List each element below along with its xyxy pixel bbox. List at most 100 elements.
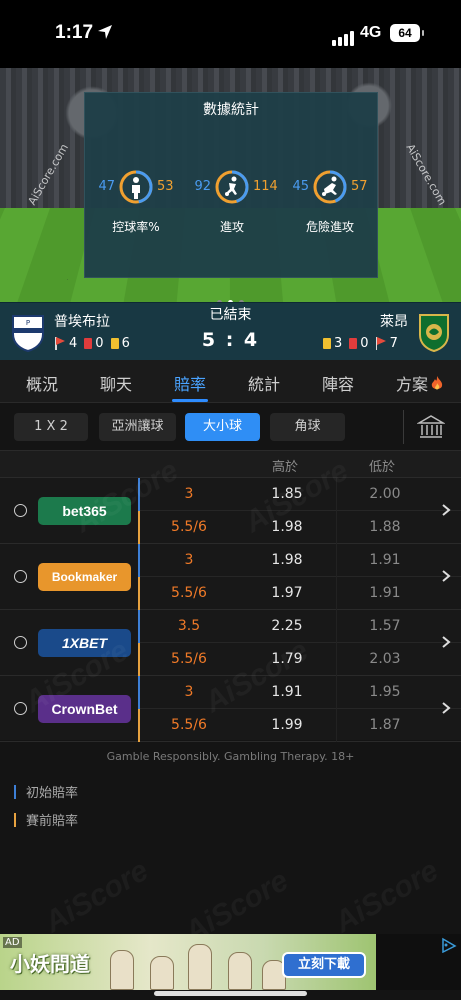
- carousel-page-indicator[interactable]: [0, 290, 461, 302]
- pre-over: 1.99: [271, 717, 303, 733]
- pre-line: 5.5/6: [171, 651, 207, 667]
- odds-table-header: 高於 低於: [0, 450, 461, 478]
- pre-line: 5.5/6: [171, 717, 207, 733]
- initial-over: 2.25: [271, 618, 303, 634]
- market-corners[interactable]: 角球: [270, 413, 345, 441]
- select-radio[interactable]: [14, 702, 27, 715]
- header-over: 高於: [272, 460, 299, 475]
- ad-badge: AD: [3, 937, 22, 948]
- pre-line: 5.5/6: [171, 519, 207, 535]
- attack-ring-icon: [215, 170, 249, 204]
- away-corners: 7: [389, 336, 398, 351]
- stat-home-value: 45: [292, 179, 309, 194]
- away-yellow-cards: 3: [334, 336, 343, 351]
- svg-text:P: P: [26, 319, 30, 327]
- ad-character: [188, 944, 212, 990]
- select-radio[interactable]: [14, 636, 27, 649]
- red-card-icon: [84, 338, 93, 349]
- main-tab-bar: 概況 聊天 賠率 統計 陣容 方案: [0, 360, 461, 403]
- tab-lineups[interactable]: 陣容: [322, 371, 354, 395]
- legend-label: 初始賠率: [26, 786, 79, 801]
- market-1x2[interactable]: 1 X 2: [14, 413, 88, 441]
- tab-chat[interactable]: 聊天: [100, 371, 132, 395]
- pre-under: 1.88: [369, 519, 401, 535]
- row-divider: [140, 708, 461, 709]
- stat-possession: 47 53 控球率%: [87, 169, 185, 239]
- away-red-cards: 0: [360, 336, 369, 351]
- ad-choices-icon[interactable]: [441, 937, 457, 953]
- stat-label: 進攻: [219, 220, 244, 234]
- chevron-right-icon[interactable]: [441, 701, 451, 715]
- away-team-name[interactable]: 萊昂: [380, 311, 408, 331]
- home-team-name[interactable]: 普埃布拉: [54, 311, 110, 331]
- initial-under: 1.57: [369, 618, 401, 634]
- legend-marker: [14, 812, 16, 827]
- ad-creative[interactable]: AD 小妖問道 立刻下載: [0, 934, 376, 990]
- ad-download-button[interactable]: 立刻下載: [282, 952, 366, 978]
- away-team-crest-icon[interactable]: [416, 312, 452, 352]
- cellular-signal-icon: [332, 27, 356, 46]
- match-status: 已結束: [209, 307, 252, 323]
- bookmaker-logo: Bookmaker: [38, 563, 131, 591]
- select-radio[interactable]: [14, 570, 27, 583]
- match-score: 5 : 4: [201, 329, 260, 351]
- select-radio[interactable]: [14, 504, 27, 517]
- ad-character: [228, 952, 252, 990]
- battery-icon: 64: [390, 24, 424, 42]
- watermark: AiScore: [329, 854, 444, 940]
- ad-character: [110, 950, 134, 990]
- market-over-under[interactable]: 大小球: [185, 413, 260, 441]
- tab-odds[interactable]: 賠率: [174, 371, 206, 395]
- stat-home-value: 92: [194, 179, 211, 194]
- odds-market-tabs: 1 X 2 亞洲讓球 大小球 角球: [0, 403, 461, 450]
- legend-initial-odds: 初始賠率: [14, 782, 78, 801]
- initial-over: 1.98: [271, 552, 303, 568]
- ad-brand-logo: 小妖問道: [10, 952, 90, 976]
- chevron-right-icon[interactable]: [441, 635, 451, 649]
- ad-banner[interactable]: AD 小妖問道 立刻下載: [0, 934, 461, 990]
- tab-overview[interactable]: 概況: [26, 371, 58, 395]
- stat-label: 控球率%: [112, 220, 160, 234]
- home-team-crest-icon[interactable]: P: [10, 312, 46, 352]
- initial-line: 3: [184, 552, 194, 568]
- bank-icon[interactable]: [417, 413, 445, 441]
- market-asian-handicap[interactable]: 亞洲讓球: [99, 413, 176, 441]
- tab-tips-label: 方案: [396, 375, 429, 394]
- stats-panel-title: 數據統計: [203, 102, 259, 118]
- home-red-cards: 0: [95, 336, 104, 351]
- tab-statistics[interactable]: 統計: [248, 371, 280, 395]
- corner-flag-icon: [54, 337, 66, 350]
- stat-away-value: 57: [351, 179, 368, 194]
- match-stats-carousel[interactable]: AiScore.com AiScore.com 數據統計 47 53 控球率% …: [0, 68, 461, 302]
- header-under: 低於: [369, 460, 396, 475]
- home-team-event-counts: 4 0 6: [54, 336, 130, 351]
- scoreboard: P 普埃布拉 4 0 6 已結束 5 : 4 萊昂 3 0 7: [0, 302, 461, 360]
- tab-tips[interactable]: 方案: [396, 371, 444, 395]
- chevron-right-icon[interactable]: [441, 503, 451, 517]
- responsible-gambling-notice[interactable]: Gamble Responsibly. Gambling Therapy. 18…: [0, 750, 461, 763]
- red-card-icon: [349, 338, 358, 349]
- initial-under: 2.00: [369, 486, 401, 502]
- yellow-card-icon: [110, 338, 119, 349]
- pre-under: 1.91: [369, 585, 401, 601]
- fire-icon: [431, 376, 443, 390]
- away-team-event-counts: 3 0 7: [316, 336, 398, 351]
- watermark: AiScore: [39, 854, 154, 940]
- chevron-right-icon[interactable]: [441, 569, 451, 583]
- legend-marker: [14, 784, 16, 799]
- bookmaker-row-bookmaker[interactable]: Bookmaker 3 1.98 1.91 5.5/6 1.97 1.91: [0, 544, 461, 610]
- corner-flag-icon: [375, 337, 387, 350]
- ad-character: [150, 956, 174, 990]
- dangerous-attack-ring-icon: [313, 170, 347, 204]
- legend-pre-match-odds: 賽前賠率: [14, 810, 78, 829]
- network-type: 4G: [360, 24, 382, 41]
- stat-home-value: 47: [98, 179, 115, 194]
- location-arrow-icon: [98, 25, 112, 39]
- home-indicator[interactable]: [154, 991, 307, 996]
- pre-over: 1.97: [271, 585, 303, 601]
- pre-under: 1.87: [369, 717, 401, 733]
- stats-panel: 數據統計 47 53 控球率% 92 114 進攻 45 57 危險進攻: [84, 92, 378, 278]
- row-divider: [140, 576, 461, 577]
- home-corners: 4: [69, 336, 78, 351]
- stat-dangerous-attacks: 45 57 危險進攻: [281, 169, 379, 239]
